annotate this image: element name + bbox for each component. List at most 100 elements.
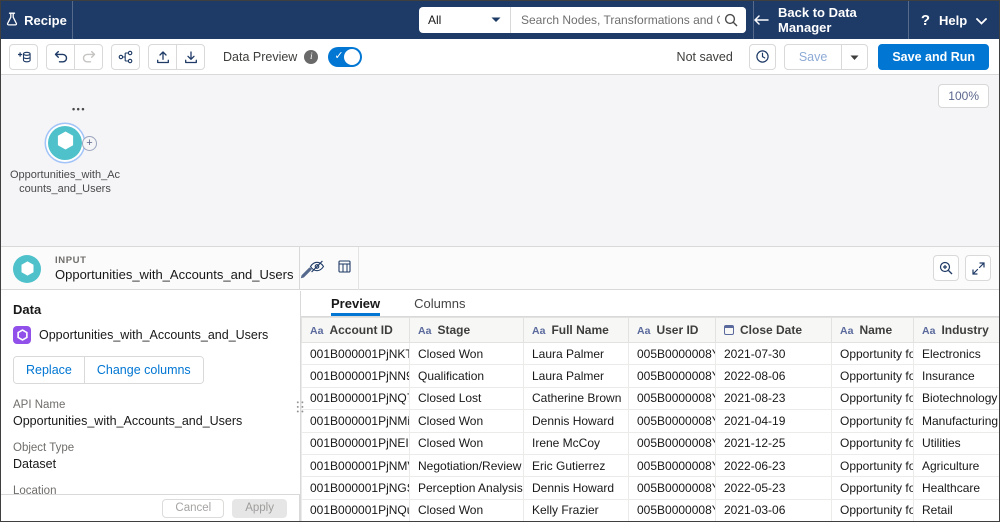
node-label: Opportunities_with_Accounts_and_Users — [9, 169, 121, 195]
column-header[interactable]: Aa Industry — [913, 317, 999, 343]
dataset-hexagon-icon — [56, 130, 75, 156]
table-cell: Laura Palmer — [523, 364, 629, 388]
input-node-icon — [13, 254, 41, 283]
search-input[interactable] — [511, 7, 746, 33]
recipe-canvas[interactable]: 100% ••• + Opportunities_with_Accounts_a… — [1, 75, 999, 247]
table-row[interactable]: 001B000001PjNKTIAClosed WonLaura Palmer0… — [301, 341, 999, 366]
table-cell: 005B0000008YwL — [628, 409, 716, 433]
column-header[interactable]: Aa Stage — [409, 317, 524, 343]
redo-button[interactable] — [74, 43, 103, 70]
info-icon[interactable]: i — [304, 49, 319, 64]
table-cell: 2021-03-06 — [715, 498, 832, 521]
recipe-editor-window: Recipe All Back to Data Manager ? Help — [0, 0, 1000, 522]
table-cell: 2021-07-30 — [715, 341, 832, 366]
table-cell: 2022-08-06 — [715, 364, 832, 388]
table-cell: Electronics — [913, 341, 999, 366]
add-node-plus-button[interactable]: + — [82, 136, 97, 151]
data-preview-toggle[interactable]: ✓ — [328, 46, 363, 67]
graph-view-button[interactable] — [111, 43, 140, 70]
column-header[interactable]: Close Date — [715, 317, 832, 343]
inspector-footer: Cancel Apply — [1, 494, 300, 521]
expand-panel-button[interactable] — [965, 255, 991, 281]
text-type-icon: Aa — [418, 325, 432, 337]
table-row[interactable]: 001B000001PjNQ7IAClosed LostCatherine Br… — [301, 386, 999, 411]
object-type-label: Object Type — [13, 442, 75, 454]
column-label: Name — [859, 323, 893, 337]
input-node[interactable] — [48, 126, 82, 160]
data-preview-label: Data Preview — [223, 49, 298, 64]
table-cell: Opportunity for — [831, 386, 914, 411]
object-type-value: Dataset — [13, 457, 57, 471]
cancel-button[interactable]: Cancel — [162, 498, 225, 518]
back-arrow-icon — [754, 13, 769, 28]
node-overflow-menu[interactable]: ••• — [63, 104, 95, 114]
change-columns-button[interactable]: Change columns — [83, 357, 203, 383]
column-label: Account ID — [329, 323, 393, 337]
add-input-node-button[interactable] — [9, 43, 38, 70]
table-row[interactable]: 001B000001PjNMiIAClosed WonDennis Howard… — [301, 409, 999, 433]
column-header[interactable]: Aa User ID — [628, 317, 716, 343]
save-menu-button[interactable] — [841, 43, 869, 70]
table-cell: Perception Analysis — [409, 476, 524, 500]
table-cell: Opportunity for — [831, 498, 914, 521]
table-cell: Opportunity for — [831, 364, 914, 388]
save-and-run-button[interactable]: Save and Run — [878, 43, 989, 70]
column-label: Industry — [941, 323, 989, 337]
zoom-level-button[interactable]: 100% — [938, 84, 989, 108]
table-cell: Closed Won — [409, 409, 524, 433]
panel-resize-handle[interactable] — [295, 399, 305, 413]
table-cell: Qualification — [409, 364, 524, 388]
text-type-icon: Aa — [532, 325, 546, 337]
back-to-data-manager-button[interactable]: Back to Data Manager — [753, 1, 909, 39]
search-scope-value: All — [428, 13, 442, 27]
tab-columns[interactable]: Columns — [414, 291, 465, 316]
table-cell: Closed Won — [409, 431, 524, 455]
table-cell: 005B0000008YwL — [628, 431, 716, 455]
undo-button[interactable] — [46, 43, 75, 70]
column-label: Full Name — [551, 323, 609, 337]
table-cell: Manufacturing — [913, 409, 999, 433]
app-switcher-recipe[interactable]: Recipe — [1, 1, 73, 39]
search-icon[interactable] — [724, 13, 738, 32]
column-header[interactable]: Aa Account ID — [301, 317, 410, 343]
table-cell: 005B0000008YwL — [628, 364, 716, 388]
table-cell: Catherine Brown — [523, 386, 629, 411]
api-name-label: API Name — [13, 399, 66, 411]
api-name-value: Opportunities_with_Accounts_and_Users — [13, 414, 243, 428]
column-label: Stage — [437, 323, 471, 337]
table-cell: Healthcare — [913, 476, 999, 500]
table-cell: 2021-04-19 — [715, 409, 832, 433]
table-cell: Dennis Howard — [523, 409, 629, 433]
table-cell: 001B000001PjNKTIA — [301, 341, 410, 366]
node-detail-panel-header: INPUT Opportunities_with_Accounts_and_Us… — [1, 247, 999, 290]
preview-zoom-button[interactable] — [933, 255, 959, 281]
help-menu[interactable]: ? Help — [909, 1, 999, 39]
search-scope-select[interactable]: All — [419, 7, 511, 33]
replace-button[interactable]: Replace — [14, 357, 84, 383]
table-cell: 2022-06-23 — [715, 453, 832, 478]
hide-preview-icon[interactable] — [309, 260, 325, 278]
text-type-icon: Aa — [922, 325, 936, 337]
calendar-icon — [724, 325, 734, 335]
table-row[interactable]: 001B000001PjNMVIANegotiation/ReviewEric … — [301, 453, 999, 478]
table-row[interactable]: 001B000001PjNQuIAClosed WonKelly Frazier… — [301, 498, 999, 521]
table-cell: Opportunity for — [831, 409, 914, 433]
table-cell: Agriculture — [913, 453, 999, 478]
table-row[interactable]: 001B000001PjNN9IAQualificationLaura Palm… — [301, 364, 999, 388]
flask-icon — [6, 12, 18, 29]
version-history-button[interactable] — [748, 43, 776, 70]
table-row[interactable]: 001B000001PjNGSIAPerception AnalysisDenn… — [301, 476, 999, 500]
apply-button[interactable]: Apply — [232, 498, 287, 518]
table-row[interactable]: 001B000001PjNEIIA3Closed WonIrene McCoy0… — [301, 431, 999, 455]
table-cell: 005B0000008YwL — [628, 341, 716, 366]
column-header[interactable]: Aa Name — [831, 317, 914, 343]
tab-preview[interactable]: Preview — [331, 291, 381, 316]
dataset-icon — [13, 326, 31, 344]
table-cell: Opportunity for — [831, 341, 914, 366]
preview-tabs: Preview Columns — [301, 291, 999, 317]
download-button[interactable] — [176, 43, 205, 70]
column-header[interactable]: Aa Full Name — [523, 317, 629, 343]
table-settings-icon[interactable] — [337, 259, 351, 278]
upload-button[interactable] — [148, 43, 177, 70]
save-button[interactable]: Save — [783, 43, 843, 70]
